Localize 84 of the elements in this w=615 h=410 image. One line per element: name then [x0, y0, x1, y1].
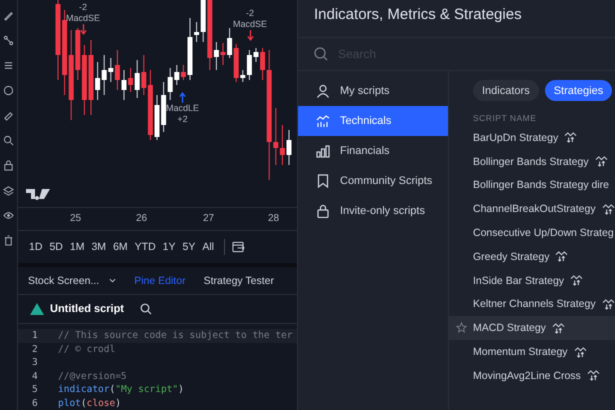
- code-line: plot(close): [58, 398, 121, 409]
- script-row[interactable]: MovingAvg2Line Cross: [449, 364, 615, 388]
- panel-tab[interactable]: Pine Editor: [132, 272, 188, 289]
- panel-tab[interactable]: Strategy Tester: [202, 272, 276, 289]
- bookmark-icon: [316, 174, 330, 188]
- logo-icon: [26, 188, 50, 200]
- signal-count: -2: [246, 8, 254, 19]
- dialog-title: Indicators, Metrics & Strategies: [298, 0, 615, 38]
- filter-chip[interactable]: Indicators: [473, 80, 539, 101]
- script-row[interactable]: InSide Bar Strategy: [449, 268, 615, 293]
- filter-chip[interactable]: Strategies: [544, 80, 612, 101]
- star-icon[interactable]: [456, 322, 467, 334]
- line-number: 2: [31, 344, 39, 355]
- timeframe-button[interactable]: YTD: [132, 238, 159, 255]
- axis-label: 26: [136, 213, 148, 224]
- signal-label: MacdLE: [166, 103, 200, 114]
- script-row[interactable]: Bollinger Bands Strategy dire: [449, 174, 615, 198]
- candle: [286, 130, 292, 166]
- category-item[interactable]: Invite-only scripts: [298, 196, 448, 226]
- signal-count: +2: [177, 114, 188, 125]
- timeframe-button[interactable]: All: [199, 238, 218, 255]
- timeframe-button[interactable]: 3M: [88, 238, 110, 255]
- category-item[interactable]: My scripts: [298, 76, 448, 106]
- timeframe-button[interactable]: 1M: [66, 238, 88, 255]
- layers-icon[interactable]: [3, 185, 14, 196]
- timeframe-button[interactable]: 6M: [110, 238, 131, 255]
- signal-label: MacdSE: [66, 13, 100, 24]
- column-header: SCRIPT NAME: [472, 112, 538, 125]
- down-arrow-icon: [80, 24, 86, 35]
- timeframe-button[interactable]: 1Y: [160, 238, 178, 255]
- trash-icon[interactable]: [3, 235, 14, 246]
- signal-label: MacdSE: [233, 19, 268, 30]
- pine-icon: [30, 303, 44, 316]
- timeframe-button[interactable]: 1D: [26, 238, 46, 255]
- script-row[interactable]: Bollinger Bands Strategy: [449, 150, 615, 174]
- code-line: //@version=5: [58, 370, 127, 382]
- signal-count: -2: [79, 2, 88, 13]
- script-row[interactable]: Keltner Channels Strategy: [449, 292, 615, 316]
- script-row[interactable]: ChannelBreakOutStrategy: [449, 197, 615, 222]
- timeframe-button[interactable]: 5D: [46, 238, 66, 255]
- pen-icon[interactable]: [3, 10, 14, 21]
- code-line: // © crodl: [58, 344, 116, 355]
- script-row[interactable]: Consecutive Up/Down Strateg: [449, 221, 615, 245]
- category-item[interactable]: Financials: [298, 136, 448, 166]
- script-row[interactable]: MACD Strategy: [449, 316, 615, 340]
- zoom-icon[interactable]: [3, 135, 14, 146]
- candle: [122, 70, 126, 100]
- search-icon[interactable]: [140, 303, 152, 316]
- ruler-icon[interactable]: [3, 110, 14, 121]
- script-row[interactable]: Greedy Strategy: [449, 244, 615, 269]
- category-item[interactable]: Technicals: [298, 106, 448, 136]
- compare-icon[interactable]: [232, 240, 246, 253]
- eye-icon[interactable]: [3, 210, 14, 221]
- path-icon[interactable]: [3, 35, 14, 46]
- script-row[interactable]: BarUpDn Strategy: [449, 126, 615, 150]
- line-number: 5: [31, 384, 39, 396]
- line-number: 1: [31, 330, 39, 342]
- axis-label: 25: [70, 213, 82, 224]
- chart-icon: [316, 114, 330, 128]
- candle: [154, 94, 160, 140]
- lines-icon[interactable]: [3, 60, 14, 71]
- candle: [188, 18, 192, 80]
- lock-icon[interactable]: [3, 160, 14, 171]
- timeframe-button[interactable]: 5Y: [180, 238, 198, 255]
- person-icon: [316, 84, 330, 98]
- axis-label: 27: [203, 213, 214, 224]
- code-line: indicator("My script"): [58, 384, 184, 396]
- script-row[interactable]: Momentum Strategy: [449, 340, 615, 364]
- circle-icon[interactable]: [3, 85, 14, 96]
- candle: [254, 48, 258, 62]
- script-name[interactable]: Untitled script: [50, 303, 124, 316]
- bar-chart-icon: [316, 144, 330, 158]
- up-arrow-icon: [179, 92, 186, 103]
- code-line: // This source code is subject to the ter: [58, 330, 292, 342]
- axis-label: 28: [268, 213, 280, 224]
- down-arrow-icon: [246, 30, 254, 41]
- search-icon: [314, 47, 328, 61]
- line-number: 3: [31, 357, 39, 368]
- lock-icon: [316, 204, 330, 218]
- line-number: 6: [31, 398, 39, 409]
- line-number: 4: [31, 370, 39, 382]
- candle: [220, 42, 226, 66]
- category-item[interactable]: Community Scripts: [298, 166, 448, 196]
- panel-tab[interactable]: Stock Screen...: [26, 272, 118, 289]
